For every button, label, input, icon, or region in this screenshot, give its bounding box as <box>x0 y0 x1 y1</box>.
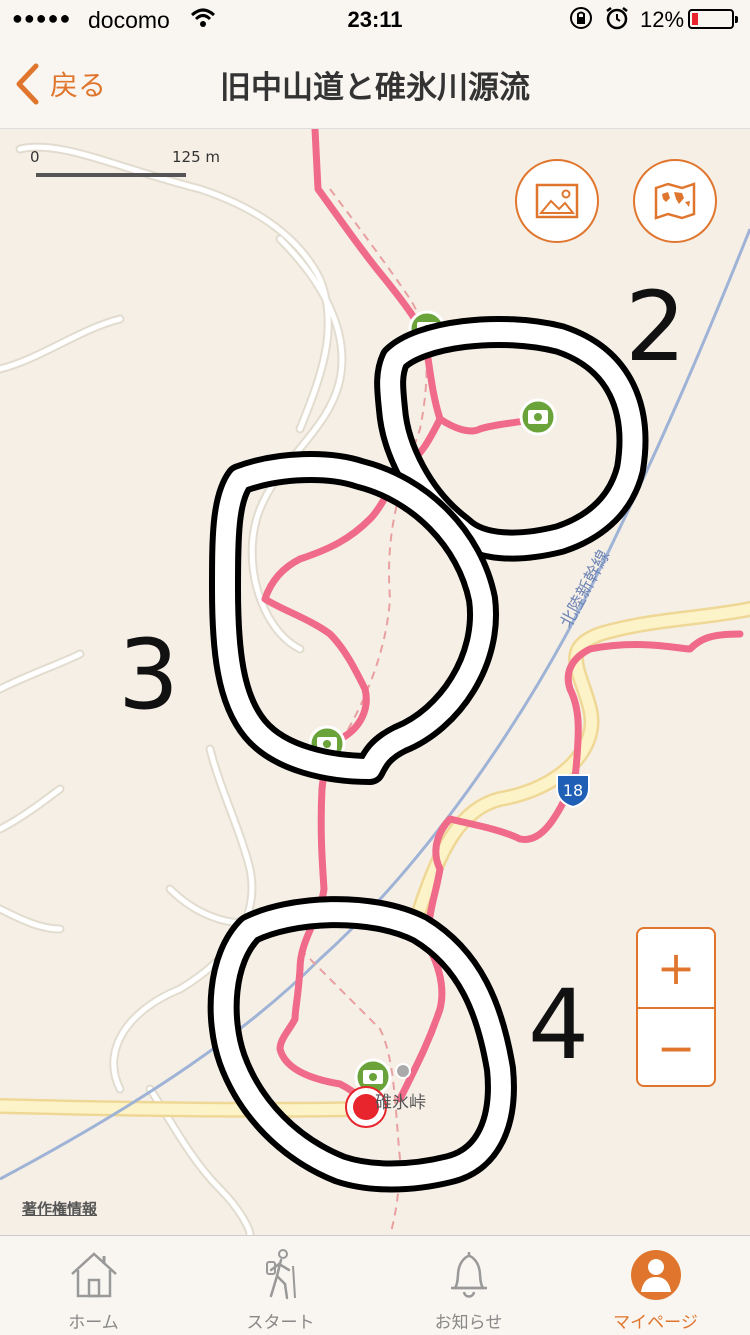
tab-bar: ホーム スタート お知らせ マイページ <box>0 1235 750 1335</box>
battery-icon <box>688 9 738 29</box>
place-label: 碓氷峠 <box>375 1093 426 1113</box>
route-number: 18 <box>563 781 583 800</box>
photo-marker-2[interactable] <box>519 398 557 436</box>
tab-mypage[interactable]: マイページ <box>562 1236 749 1335</box>
zoom-out-button[interactable]: − <box>638 1009 714 1087</box>
battery-percent: 12% <box>640 7 685 32</box>
annotation-2: 2 <box>625 271 687 383</box>
tab-start-label: スタート <box>246 1313 315 1333</box>
route-shield-icon: 18 <box>556 774 590 809</box>
alarm-icon <box>604 5 630 37</box>
tab-notifications[interactable]: お知らせ <box>375 1236 562 1335</box>
photo-layer-button[interactable] <box>515 159 599 243</box>
zoom-in-button[interactable]: + <box>638 929 714 1009</box>
world-map-icon <box>654 182 696 220</box>
navigation-bar: 戻る 旧中山道と碓氷川源流 <box>0 40 750 129</box>
tab-mypage-label: マイページ <box>613 1313 698 1333</box>
status-bar: ●●●●● docomo 23:11 12% <box>0 0 750 40</box>
home-icon <box>70 1252 117 1298</box>
scale-bar <box>36 173 186 177</box>
map-view[interactable]: 北陸新幹線 0 125 m 18 碓氷峠 2 3 4 + − 著作権情報 <box>0 129 750 1235</box>
scale-start: 0 <box>30 148 40 166</box>
rotation-lock-icon <box>568 5 594 37</box>
copyright-link[interactable]: 著作権情報 <box>22 1198 97 1219</box>
user-icon <box>630 1250 681 1300</box>
annotation-4: 4 <box>528 969 590 1081</box>
scale-end: 125 m <box>172 148 221 166</box>
tab-start[interactable]: スタート <box>187 1236 374 1335</box>
annotation-3: 3 <box>118 619 180 731</box>
hiker-icon <box>265 1249 296 1300</box>
tab-notifications-label: お知らせ <box>434 1313 503 1333</box>
map-style-button[interactable] <box>633 159 717 243</box>
railway-label: 北陸新幹線 <box>556 546 614 631</box>
page-title: 旧中山道と碓氷川源流 <box>220 70 530 106</box>
tab-home-label: ホーム <box>68 1313 119 1333</box>
photo-icon <box>535 183 579 219</box>
poi-marker <box>395 1063 411 1079</box>
zoom-control: + − <box>636 927 716 1087</box>
tab-home[interactable]: ホーム <box>0 1236 187 1335</box>
status-time: 23:11 <box>347 7 403 32</box>
bell-icon <box>450 1252 487 1298</box>
